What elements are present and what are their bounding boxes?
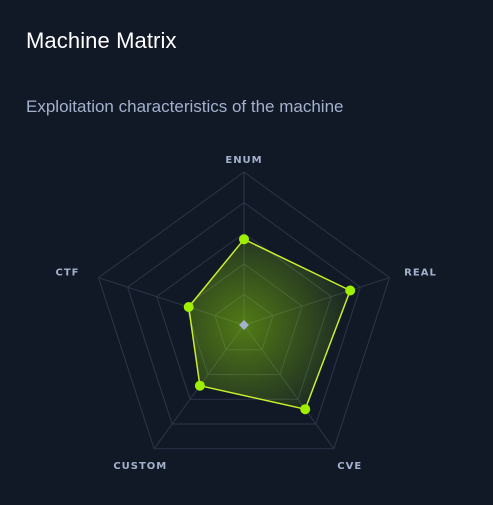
data-point-custom[interactable] [194,380,205,391]
data-point-cve[interactable] [300,404,311,415]
radar-chart: ENUM REAL CVE CUSTOM CTF [56,155,437,472]
axis-label-real: REAL [404,268,437,279]
axis-label-enum: ENUM [225,155,262,166]
axis-label-ctf: CTF [56,268,80,279]
data-point-enum[interactable] [239,234,249,245]
radar-area [187,238,351,410]
data-point-real[interactable] [345,285,356,296]
data-polygon [187,238,351,410]
data-point-ctf[interactable] [183,302,194,312]
axis-label-custom: CUSTOM [113,461,167,472]
machine-matrix-card: Machine Matrix Exploitation characterist… [0,0,493,505]
axis-label-cve: CVE [337,461,362,472]
